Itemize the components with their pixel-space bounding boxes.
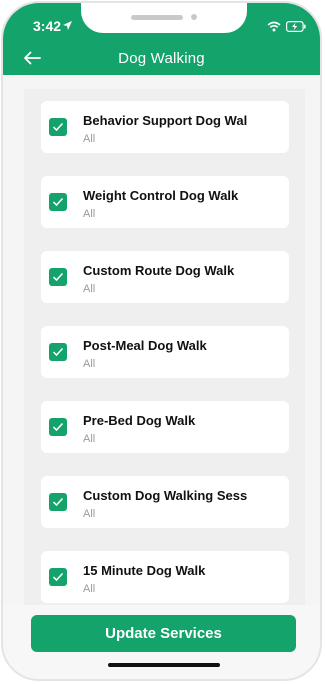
checkmark-icon [52,572,64,582]
service-title: 15 Minute Dog Walk [83,563,206,578]
service-scope: All [83,208,96,220]
service-checkbox[interactable] [49,343,67,361]
device-notch [81,3,247,33]
service-title: Custom Route Dog Walk [83,263,235,278]
service-checkbox[interactable] [49,268,67,286]
phone-frame: 3:42 Dog Walking Behavior Support Dog Wa… [1,1,322,681]
app-header: 3:42 Dog Walking [3,3,320,75]
service-scope: All [83,583,96,595]
service-list[interactable]: Behavior Support Dog Walk All Weight Con… [24,89,305,609]
service-scope: All [83,283,96,295]
page-title: Dog Walking [118,50,205,67]
home-indicator [108,663,220,667]
service-item[interactable]: 15 Minute Dog Walk All [41,551,289,603]
service-title: Behavior Support Dog Walk [83,113,247,128]
checkmark-icon [52,497,64,507]
update-services-button[interactable]: Update Services [31,615,296,652]
service-item[interactable]: Behavior Support Dog Walk All [41,101,289,153]
service-item[interactable]: Weight Control Dog Walk All [41,176,289,228]
service-item[interactable]: Post-Meal Dog Walk All [41,326,289,378]
service-item[interactable]: Custom Route Dog Walk All [41,251,289,303]
service-item[interactable]: Pre-Bed Dog Walk All [41,401,289,453]
service-checkbox[interactable] [49,493,67,511]
service-scope: All [83,358,96,370]
service-title: Pre-Bed Dog Walk [83,413,196,428]
service-scope: All [83,508,96,520]
speaker-grille [131,15,183,20]
service-scope: All [83,133,96,145]
footer-bar: Update Services [3,605,320,679]
service-checkbox[interactable] [49,568,67,586]
checkmark-icon [52,122,64,132]
service-title: Weight Control Dog Walk [83,188,239,203]
service-checkbox[interactable] [49,118,67,136]
battery-charging-icon [286,19,306,37]
service-checkbox[interactable] [49,418,67,436]
checkmark-icon [52,272,64,282]
service-checkbox[interactable] [49,193,67,211]
service-scope: All [83,433,96,445]
status-time: 3:42 [33,18,62,34]
checkmark-icon [52,347,64,357]
checkmark-icon [52,422,64,432]
location-arrow-icon [62,18,73,36]
checkmark-icon [52,197,64,207]
service-title: Custom Dog Walking Session [83,488,247,503]
front-camera [191,14,197,20]
wifi-icon [267,19,281,37]
service-item[interactable]: Custom Dog Walking Session All [41,476,289,528]
service-title: Post-Meal Dog Walk [83,338,207,353]
